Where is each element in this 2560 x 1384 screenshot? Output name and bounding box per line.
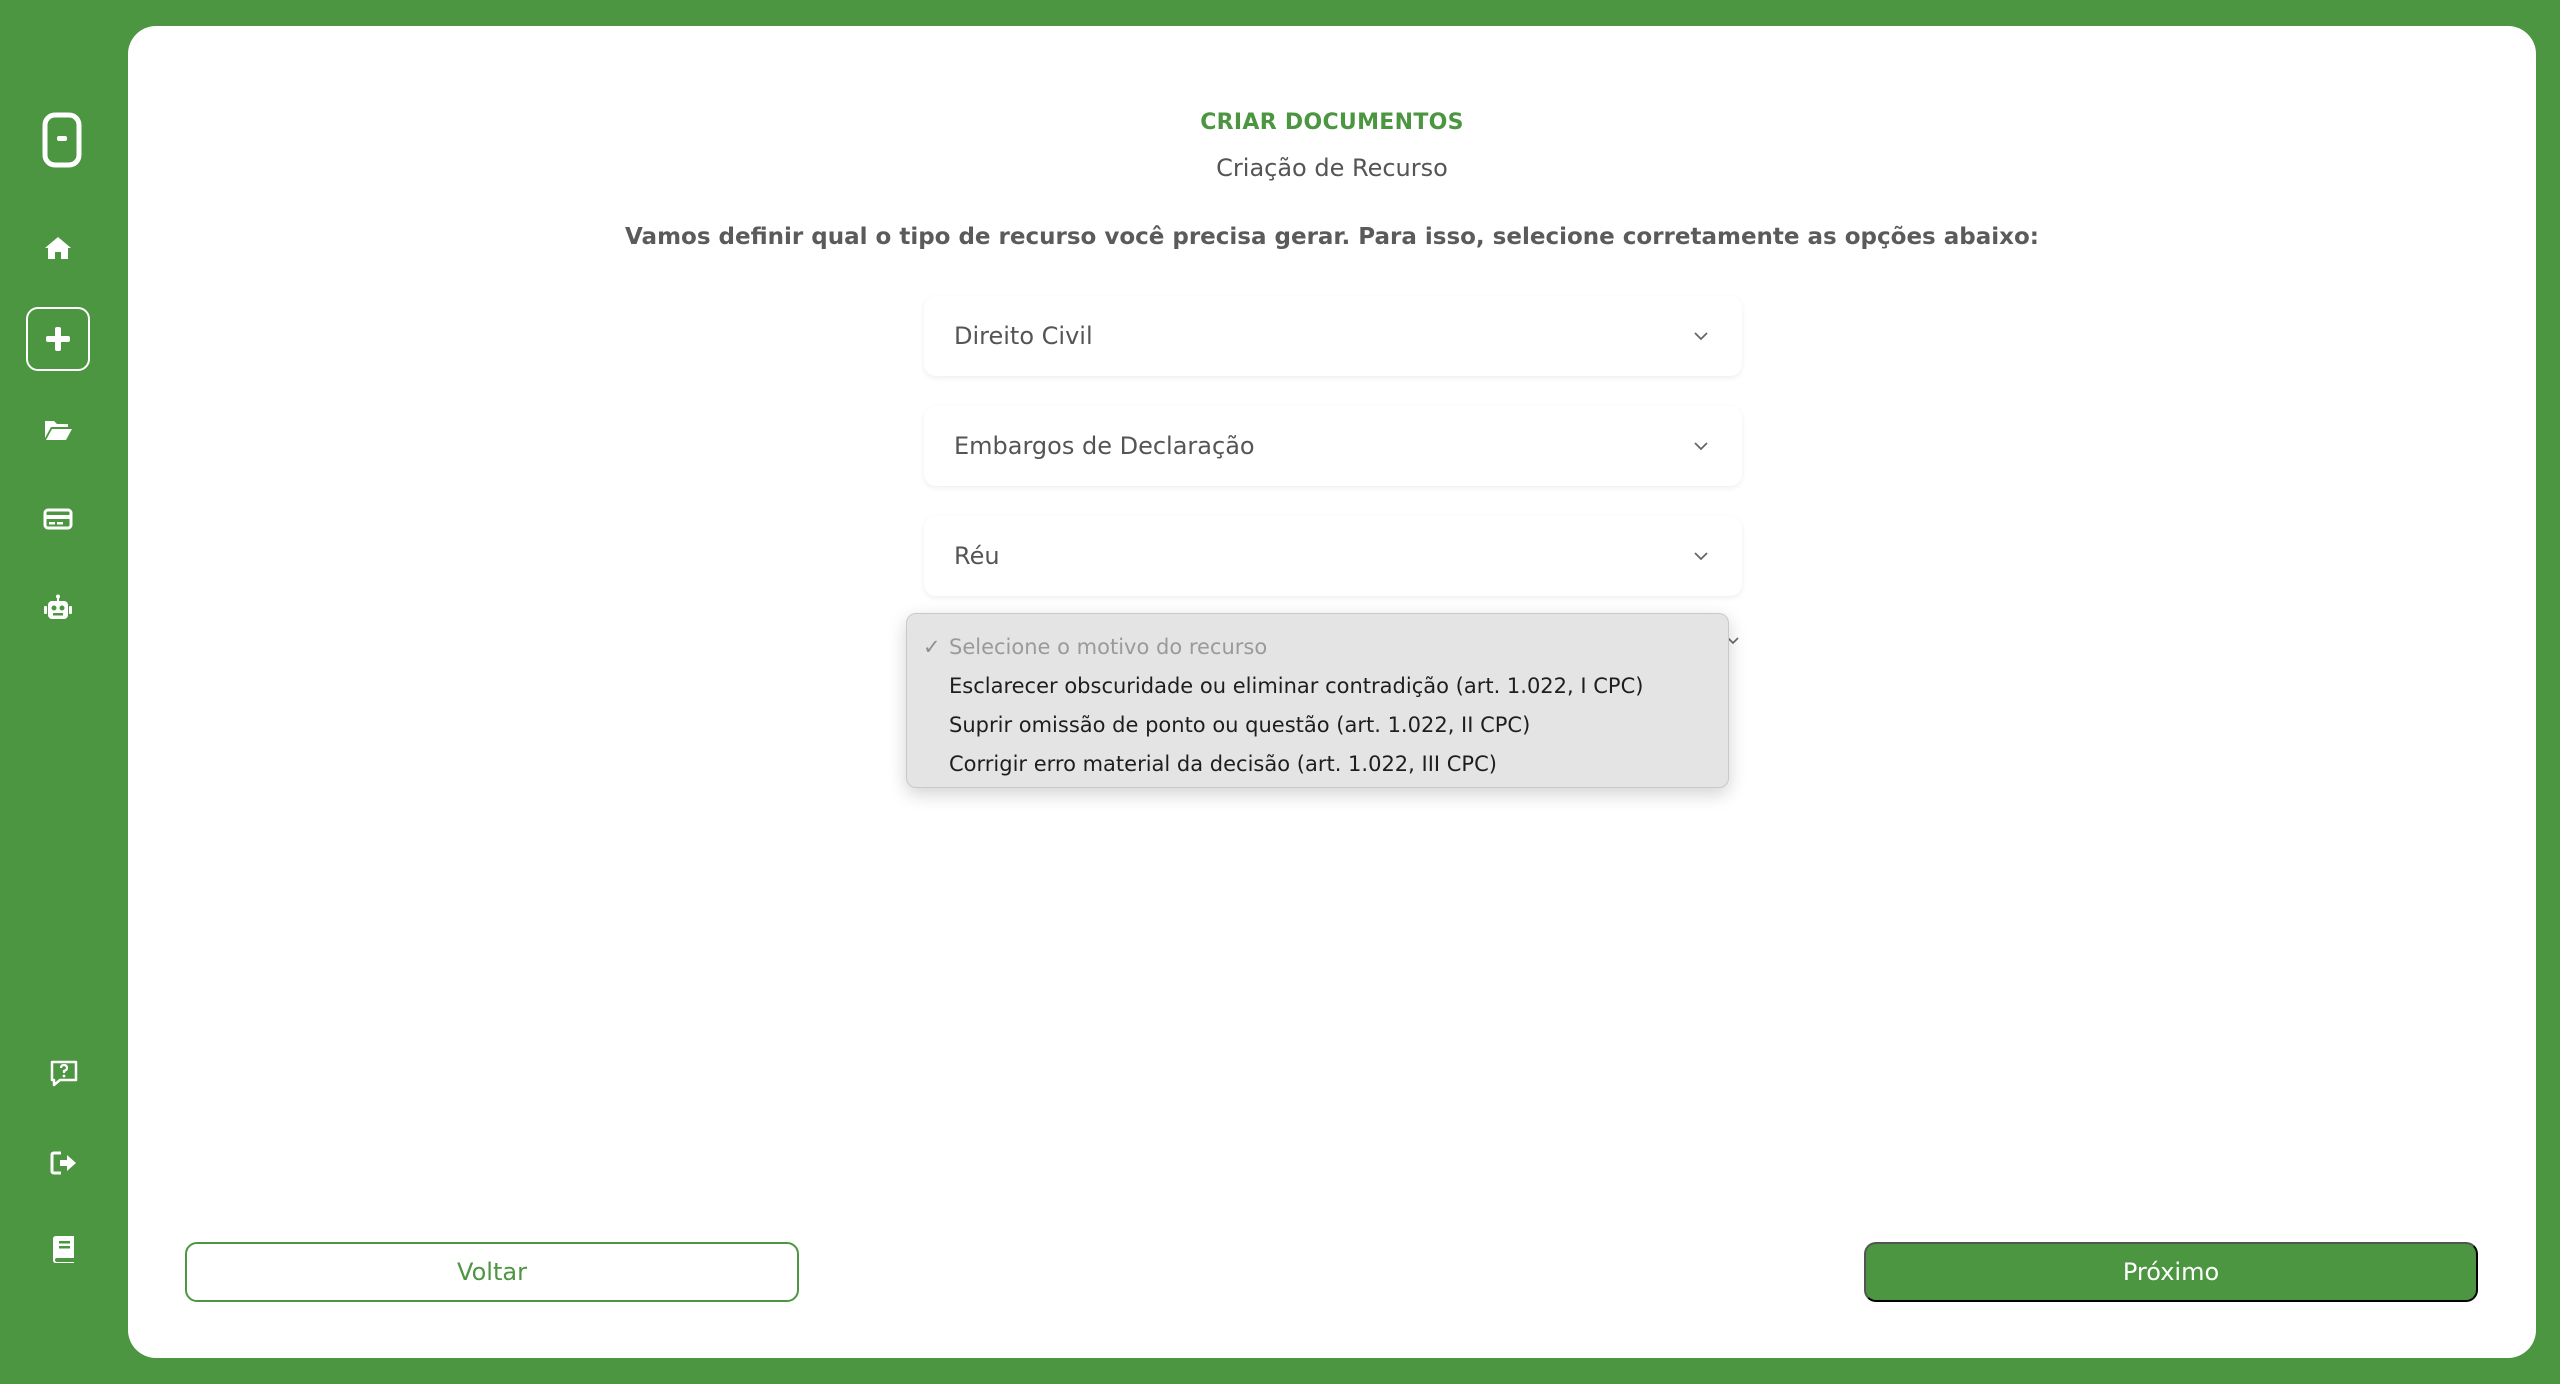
dropdown-option[interactable]: Suprir omissão de ponto ou questão (art.…: [907, 706, 1728, 745]
dropdown-option[interactable]: Corrigir erro material da decisão (art. …: [907, 745, 1728, 784]
chevron-down-icon: [1694, 442, 1708, 451]
sidebar-item-logout[interactable]: [32, 1131, 96, 1195]
sidebar-item-guide[interactable]: [32, 1217, 96, 1281]
credit-card-icon: [43, 508, 73, 530]
resource-type-select-value: Embargos de Declaração: [954, 432, 1255, 460]
dropdown-option-placeholder[interactable]: ✓ Selecione o motivo do recurso: [907, 628, 1728, 667]
party-select[interactable]: Réu: [924, 516, 1742, 596]
plus-icon: [46, 327, 70, 351]
option-label: Selecione o motivo do recurso: [949, 635, 1268, 659]
robot-icon: [44, 594, 72, 619]
page-title: Criação de Recurso: [1216, 154, 1448, 182]
app-logo-icon[interactable]: [42, 112, 82, 168]
chevron-down-icon: [1694, 552, 1708, 561]
sidebar-item-billing[interactable]: [26, 487, 90, 551]
folder-open-icon: [45, 421, 72, 440]
section-eyebrow: CRIAR DOCUMENTOS: [1200, 110, 1464, 135]
checkmark-icon: ✓: [923, 635, 941, 659]
dropdown-option[interactable]: Esclarecer obscuridade ou eliminar contr…: [907, 667, 1728, 706]
help-icon: [50, 1060, 78, 1087]
area-select[interactable]: Direito Civil: [924, 296, 1742, 376]
sidebar-item-documents[interactable]: [26, 397, 90, 461]
next-button[interactable]: Próximo: [1864, 1242, 2478, 1302]
area-select-value: Direito Civil: [954, 322, 1093, 350]
reason-dropdown-menu[interactable]: ✓ Selecione o motivo do recurso Esclarec…: [906, 613, 1729, 788]
chevron-down-icon: [1694, 332, 1708, 341]
sidebar-item-home[interactable]: [26, 216, 90, 280]
book-icon: [53, 1236, 74, 1263]
logout-icon: [50, 1151, 76, 1175]
sidebar: [0, 0, 128, 1384]
resource-type-select[interactable]: Embargos de Declaração: [924, 406, 1742, 486]
sidebar-item-create[interactable]: [26, 307, 90, 371]
party-select-value: Réu: [954, 542, 1000, 570]
sidebar-item-assistant[interactable]: [26, 577, 90, 641]
instruction-text: Vamos definir qual o tipo de recurso voc…: [625, 224, 2039, 250]
back-button[interactable]: Voltar: [185, 1242, 799, 1302]
home-icon: [45, 237, 71, 259]
main-card: CRIAR DOCUMENTOS Criação de Recurso Vamo…: [128, 26, 2536, 1358]
sidebar-item-help[interactable]: [32, 1041, 96, 1105]
